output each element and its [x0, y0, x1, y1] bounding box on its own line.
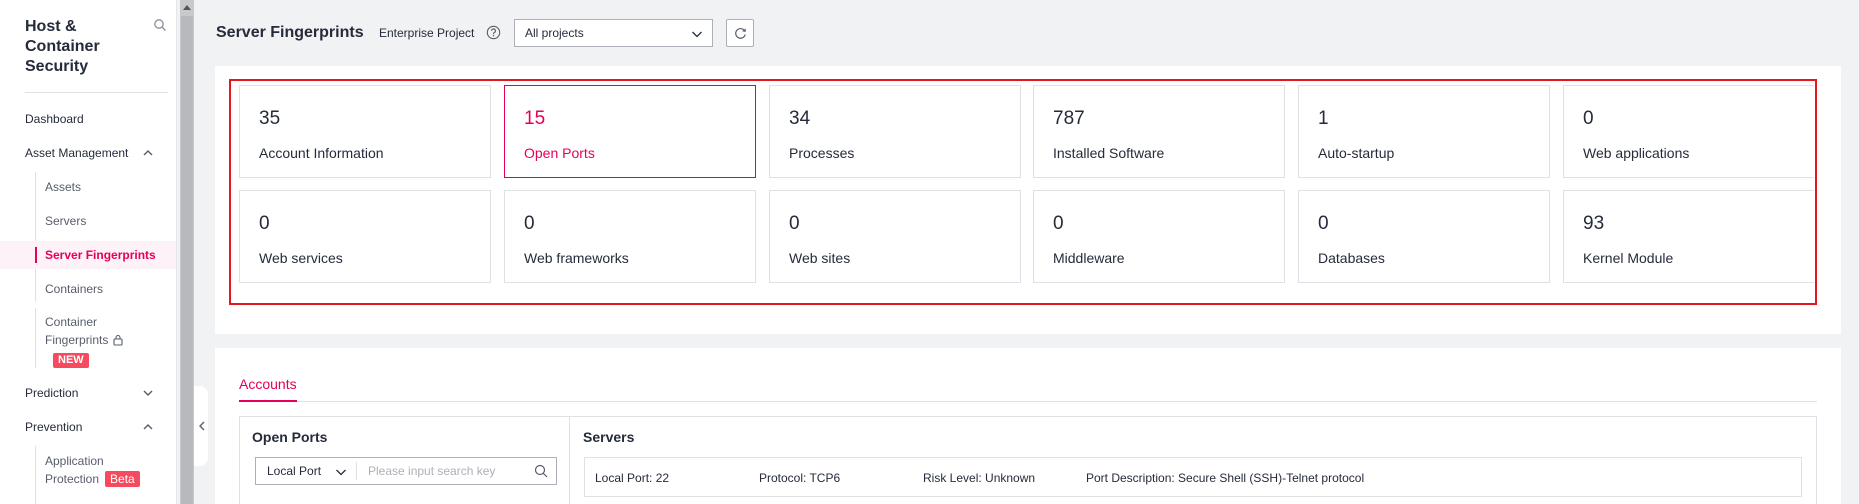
sidebar-item-assets[interactable]: Assets	[45, 178, 81, 196]
stat-card-auto-startup[interactable]: 1 Auto-startup	[1298, 85, 1550, 178]
sidebar-item-application-protection[interactable]: Application Protection Beta	[45, 452, 140, 488]
sidebar: Host & Container Security Dashboard Asse…	[0, 0, 177, 504]
stat-value: 93	[1583, 213, 1605, 234]
enterprise-project-label: Enterprise Project	[379, 26, 475, 40]
page-title: Server Fingerprints	[216, 24, 364, 41]
stat-value: 0	[524, 213, 535, 234]
protocol-cell: Protocol: TCP6	[759, 471, 841, 485]
stat-label: Web services	[259, 250, 343, 266]
stat-value: 0	[1583, 108, 1594, 129]
chevron-up-icon[interactable]	[141, 420, 155, 434]
stat-card-databases[interactable]: 0 Databases	[1298, 190, 1550, 283]
stat-card-account-information[interactable]: 35 Account Information	[239, 85, 491, 178]
chevron-down-icon	[692, 31, 702, 38]
stat-label: Account Information	[259, 145, 384, 161]
stat-card-web-frameworks[interactable]: 0 Web frameworks	[504, 190, 756, 283]
server-row[interactable]: Local Port: 22 Protocol: TCP6 Risk Level…	[584, 457, 1802, 497]
stat-value: 1	[1318, 108, 1329, 129]
risk-level-cell: Risk Level: Unknown	[923, 471, 1036, 485]
stat-label: Kernel Module	[1583, 250, 1674, 266]
stat-label: Open Ports	[524, 145, 595, 161]
filter-field-select[interactable]: Local Port	[267, 464, 321, 478]
sidebar-item-asset-management[interactable]: Asset Management	[25, 145, 128, 161]
stat-card-web-services[interactable]: 0 Web services	[239, 190, 491, 283]
stat-label: Installed Software	[1053, 145, 1165, 161]
tab-active-underline	[239, 400, 297, 402]
stat-label: Processes	[789, 145, 855, 161]
lock-icon	[113, 334, 123, 346]
scrollbar-thumb[interactable]	[181, 16, 193, 504]
sidebar-item-containers[interactable]: Containers	[45, 280, 103, 298]
search-icon[interactable]	[153, 18, 167, 32]
new-badge: NEW	[53, 353, 89, 368]
sidebar-item-label: Fingerprints	[45, 333, 109, 347]
open-ports-title: Open Ports	[252, 429, 328, 445]
stat-card-middleware[interactable]: 0 Middleware	[1033, 190, 1285, 283]
sidebar-divider	[25, 92, 168, 93]
select-value: All projects	[525, 26, 584, 40]
stat-card-installed-software[interactable]: 787 Installed Software	[1033, 85, 1285, 178]
refresh-icon	[735, 28, 746, 39]
refresh-button[interactable]	[726, 19, 754, 47]
tab-bar-divider	[239, 401, 1817, 402]
sidebar-item-container-fingerprints[interactable]: Container Fingerprints NEW	[45, 313, 123, 368]
sidebar-submenu-line	[35, 172, 36, 302]
search-input[interactable]: Please input search key	[368, 464, 495, 478]
search-icon[interactable]	[534, 464, 548, 478]
stat-card-web-sites[interactable]: 0 Web sites	[769, 190, 1021, 283]
stat-label: Web sites	[789, 250, 851, 266]
stat-card-web-applications[interactable]: 0 Web applications	[1563, 85, 1814, 178]
tab-accounts[interactable]: Accounts	[239, 375, 297, 393]
sidebar-item-label: Container	[45, 315, 98, 329]
sidebar-item-label: Application	[45, 454, 104, 468]
servers-title: Servers	[583, 429, 635, 445]
beta-badge: Beta	[105, 471, 140, 487]
stat-value: 35	[259, 108, 281, 129]
enterprise-project-select[interactable]: All projects	[514, 19, 713, 47]
stat-label: Auto-startup	[1318, 145, 1395, 161]
chevron-left-icon[interactable]	[198, 421, 206, 431]
sidebar-title: Host & Container Security	[25, 18, 100, 75]
stat-card-kernel-module[interactable]: 93 Kernel Module	[1563, 190, 1814, 283]
stat-card-processes[interactable]: 34 Processes	[769, 85, 1021, 178]
port-description-cell: Port Description: Secure Shell (SSH)-Tel…	[1086, 471, 1365, 485]
sidebar-item-prevention[interactable]: Prevention	[25, 419, 82, 435]
scroll-up-arrow-icon[interactable]	[183, 5, 191, 10]
stat-label: Web applications	[1583, 145, 1690, 161]
local-port-cell: Local Port: 22	[595, 471, 670, 485]
sidebar-submenu-line	[35, 308, 36, 368]
help-icon[interactable]	[486, 25, 501, 40]
sidebar-item-prediction[interactable]: Prediction	[25, 385, 78, 401]
chevron-down-icon[interactable]	[141, 386, 155, 400]
stat-value: 34	[789, 108, 811, 129]
chevron-up-icon[interactable]	[141, 146, 155, 160]
chevron-down-icon[interactable]	[335, 466, 347, 478]
stat-label: Middleware	[1053, 250, 1125, 266]
sidebar-item-server-fingerprints[interactable]: Server Fingerprints	[45, 246, 156, 264]
stat-value: 0	[259, 213, 270, 234]
stat-value: 0	[1053, 213, 1064, 234]
stat-value: 15	[524, 108, 546, 129]
stat-value: 0	[789, 213, 800, 234]
stat-label: Web frameworks	[524, 250, 629, 266]
stat-value: 787	[1053, 108, 1085, 129]
filter-separator	[356, 462, 357, 480]
port-search-filter: Local Port Please input search key	[255, 457, 557, 485]
sidebar-active-indicator	[35, 247, 37, 263]
stat-value: 0	[1318, 213, 1329, 234]
sidebar-item-label: Protection	[45, 472, 100, 486]
sidebar-item-dashboard[interactable]: Dashboard	[25, 111, 84, 127]
sidebar-submenu-line	[35, 446, 36, 504]
stat-label: Databases	[1318, 250, 1385, 266]
stat-card-open-ports[interactable]: 15 Open Ports	[504, 85, 756, 178]
sidebar-item-servers[interactable]: Servers	[45, 212, 86, 230]
